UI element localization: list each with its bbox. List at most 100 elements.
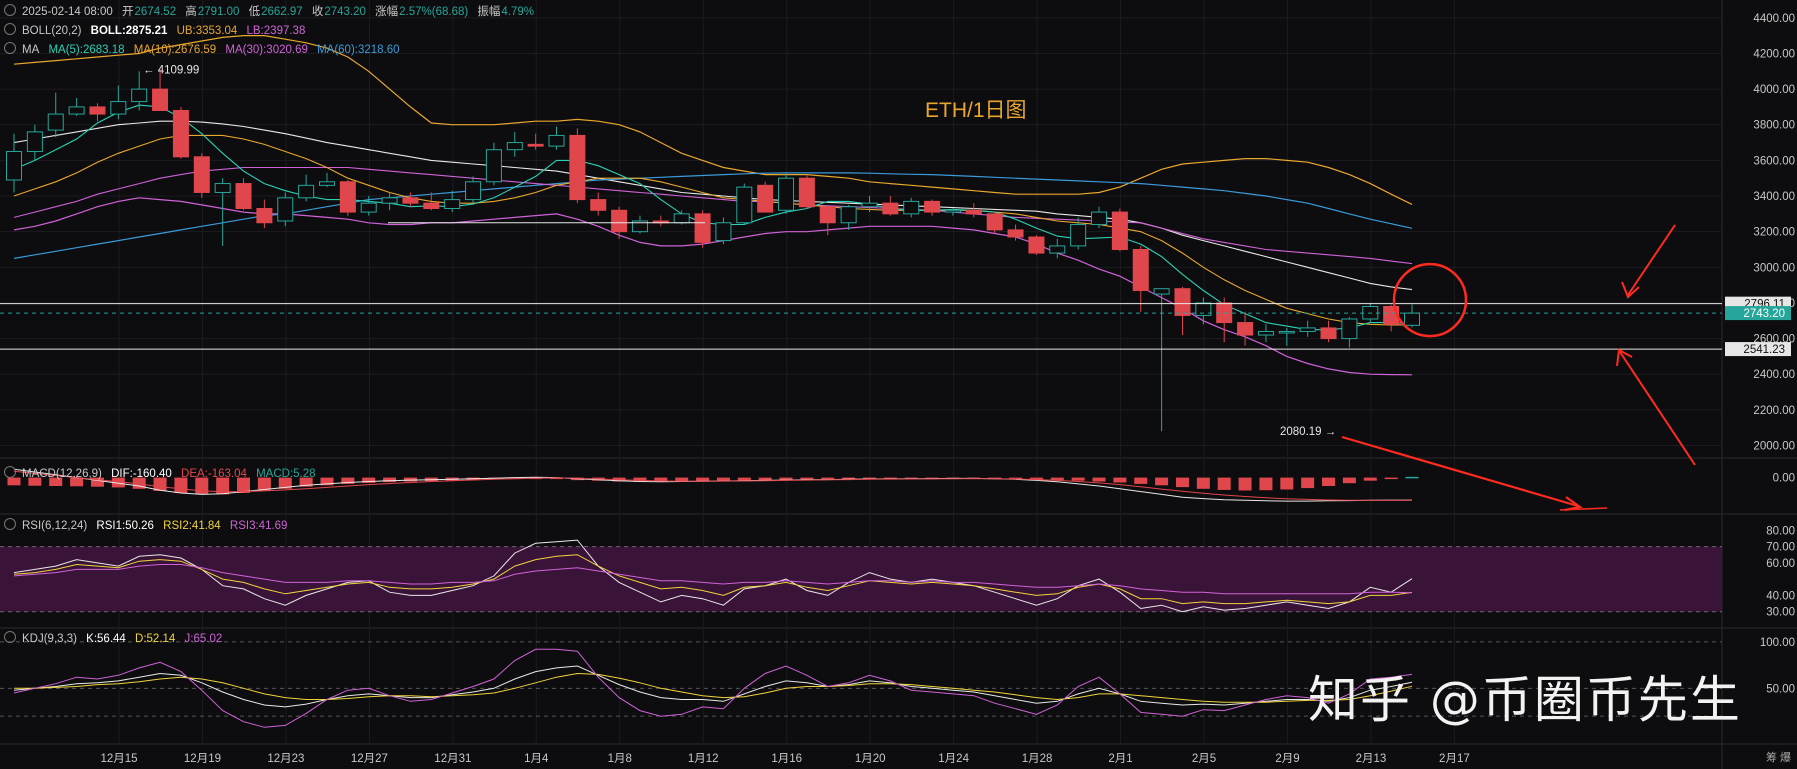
candle-body <box>715 222 732 242</box>
toggle-circle-icon[interactable] <box>4 466 16 478</box>
candle-body <box>1153 288 1170 295</box>
candle-body <box>1341 318 1358 340</box>
candle-body <box>1174 288 1191 316</box>
low-annotation: 2080.19 → <box>1280 426 1336 438</box>
price-axis-tick: 3800.00 <box>1753 120 1795 132</box>
high-annotation: ← 4109.99 <box>143 65 199 77</box>
low-label: 低 <box>248 6 261 18</box>
boll-lb-value: LB:2397.38 <box>246 25 306 37</box>
macd-histogram-bar <box>1301 477 1315 489</box>
boll-ub-value: UB:3353.04 <box>176 25 238 37</box>
kdj-axis-tick: 50.00 <box>1766 683 1795 695</box>
macd-dea-value: DEA:-163.04 <box>181 468 247 480</box>
bar-datetime: 2025-02-14 08:00 <box>22 6 113 18</box>
toggle-circle-icon[interactable] <box>4 518 16 530</box>
x-tick-label: 2月9 <box>1275 753 1299 765</box>
candle-body <box>548 134 565 147</box>
candle-body <box>569 134 586 201</box>
macd-histogram-bar <box>1238 477 1252 491</box>
candle-body <box>1028 236 1045 254</box>
x-tick-label: 12月31 <box>434 753 471 765</box>
price-axis-tick: 2000.00 <box>1753 441 1795 453</box>
macd-histogram-bar <box>1384 477 1398 480</box>
rsi-axis-tick: 80.00 <box>1766 525 1795 537</box>
candle-body <box>360 202 377 213</box>
rsi2-value: RSI2:41.84 <box>163 520 221 532</box>
candle-body <box>903 200 920 215</box>
price-axis-tick: 4400.00 <box>1753 13 1795 25</box>
amplitude-value: 4.79% <box>501 6 534 18</box>
candle-body <box>423 202 440 210</box>
candle-body <box>1320 327 1337 340</box>
candle-body <box>172 109 189 158</box>
candle-body <box>485 149 502 183</box>
candle-body <box>1404 312 1420 326</box>
macd-histogram-bar <box>1363 477 1377 481</box>
candle-body <box>89 106 106 115</box>
candle <box>172 106 189 159</box>
boll-info-row: BOLL(20,2) BOLL:2875.21 UB:3353.04 LB:23… <box>4 23 311 38</box>
ma5-value: MA(5):2683.18 <box>48 44 125 56</box>
kdj-indicator-name[interactable]: KDJ(9,3,3) <box>22 633 77 645</box>
macd-histogram-bar <box>1155 477 1169 486</box>
candle-body <box>277 197 294 222</box>
boll-mid-value: BOLL:2875.21 <box>90 25 168 37</box>
macd-indicator-name[interactable]: MACD(12,26,9) <box>22 468 102 480</box>
x-tick-label: 1月28 <box>1022 753 1053 765</box>
toggle-circle-icon[interactable] <box>4 4 16 16</box>
ma-info-row: MA MA(5):2683.18 MA(10):2676.59 MA(30):3… <box>4 42 406 57</box>
candle-body <box>924 200 941 213</box>
macd-histogram-bar <box>1175 477 1189 488</box>
candle-body <box>1111 211 1128 250</box>
price-axis-tick: 3600.00 <box>1753 155 1795 167</box>
rsi-indicator-name[interactable]: RSI(6,12,24) <box>22 520 87 532</box>
candle <box>778 172 795 214</box>
eth-daily-kline-chart[interactable]: 12月15 12月19 12月23 12月27 12月31 1月4 1月8 1月12 1月16 1… <box>0 0 1797 769</box>
candle-body <box>1007 229 1024 238</box>
candle-body <box>590 199 607 211</box>
kdj-j-value: J:65.02 <box>184 633 223 645</box>
x-tick-label: 2月1 <box>1108 753 1132 765</box>
candle-body <box>47 113 64 131</box>
price-axis-tick: 3200.00 <box>1753 227 1795 239</box>
ma-indicator-name[interactable]: MA <box>22 44 39 56</box>
candle <box>757 181 774 213</box>
amplitude-label: 振幅 <box>477 6 501 18</box>
price-axis-tick: 3000.00 <box>1753 262 1795 274</box>
toggle-circle-icon[interactable] <box>4 631 16 643</box>
candle-body <box>882 202 899 215</box>
macd-histogram-bar <box>1405 476 1419 479</box>
open-label: 开 <box>122 6 134 18</box>
macd-histogram-bar <box>1342 477 1356 484</box>
candle-body <box>736 186 753 224</box>
corner-tools[interactable]: 筹 爆 <box>1766 749 1791 765</box>
kdj-axis-tick: 100.00 <box>1760 637 1795 649</box>
rsi1-value: RSI1:50.26 <box>96 520 154 532</box>
high-value: 2791.00 <box>197 6 240 18</box>
x-tick-label: 12月19 <box>184 753 221 765</box>
toggle-circle-icon[interactable] <box>4 23 16 35</box>
boll-indicator-name[interactable]: BOLL(20,2) <box>22 25 81 37</box>
candle-body <box>840 206 857 224</box>
x-tick-label: 2月13 <box>1356 753 1387 765</box>
candle <box>694 210 711 248</box>
macd-histogram-bar <box>1092 477 1106 482</box>
macd-axis-tick: 0.00 <box>1773 473 1795 485</box>
support-price-tag: 2541.23 <box>1743 344 1785 356</box>
candle-body <box>68 106 85 115</box>
toggle-circle-icon[interactable] <box>4 42 16 54</box>
last-price-tag: 2743.20 <box>1743 308 1785 320</box>
candle-body <box>1070 224 1087 247</box>
candle-body <box>1257 330 1274 336</box>
macd-histogram-bar <box>383 477 397 483</box>
macd-histogram-bar <box>1217 477 1231 490</box>
x-tick-label: 1月4 <box>524 753 549 765</box>
candle-body <box>402 197 419 204</box>
x-tick-label: 1月12 <box>688 753 719 765</box>
rsi-info-row: RSI(6,12,24) RSI1:50.26 RSI2:41.84 RSI3:… <box>4 518 293 533</box>
x-tick-label: 12月15 <box>100 753 137 765</box>
candle <box>339 179 356 216</box>
candle-body <box>1278 330 1295 334</box>
open-value: 2674.52 <box>134 6 177 18</box>
candle-body <box>694 213 711 243</box>
